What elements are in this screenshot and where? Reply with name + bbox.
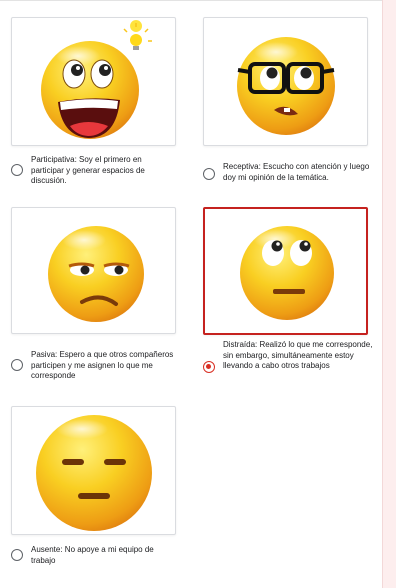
right-panel-edge	[382, 0, 396, 588]
nerd-glasses-emoji-icon	[237, 37, 335, 135]
option-pasiva[interactable]: Pasiva: Espero a que otros compañeros pa…	[11, 350, 176, 382]
option-label: Participativa: Soy el primero en partici…	[31, 155, 145, 185]
radio-participativa[interactable]	[11, 164, 23, 176]
option-distraida[interactable]: Distraída: Realizó lo que me corresponde…	[203, 340, 375, 373]
radio-distraida[interactable]	[203, 361, 215, 373]
top-divider	[0, 0, 382, 1]
option-ausente[interactable]: Ausente: No apoye a mi equipo de trabajo	[11, 545, 176, 566]
radio-receptiva[interactable]	[203, 168, 215, 180]
option-label: Ausente: No apoye a mi equipo de trabajo	[31, 545, 154, 565]
expressionless-emoji-icon	[36, 415, 152, 531]
option-image-card-participativa[interactable]	[11, 17, 176, 146]
option-participativa[interactable]: Participativa: Soy el primero en partici…	[11, 155, 176, 187]
option-image-card-distraida[interactable]	[203, 207, 368, 335]
unamused-emoji-icon	[48, 226, 144, 322]
option-receptiva[interactable]: Receptiva: Escucho con atención y luego …	[203, 162, 378, 183]
option-image-card-pasiva[interactable]	[11, 207, 176, 334]
option-label: Receptiva: Escucho con atención y luego …	[223, 162, 370, 182]
option-label: Distraída: Realizó lo que me corresponde…	[223, 340, 373, 370]
eye-roll-emoji-icon	[240, 226, 334, 320]
radio-pasiva[interactable]	[11, 359, 23, 371]
radio-ausente[interactable]	[11, 549, 23, 561]
option-label: Pasiva: Espero a que otros compañeros pa…	[31, 350, 174, 380]
option-image-card-receptiva[interactable]	[203, 17, 368, 146]
happy-emoji-with-lightbulb-icon	[41, 20, 152, 139]
option-image-card-ausente[interactable]	[11, 406, 176, 535]
